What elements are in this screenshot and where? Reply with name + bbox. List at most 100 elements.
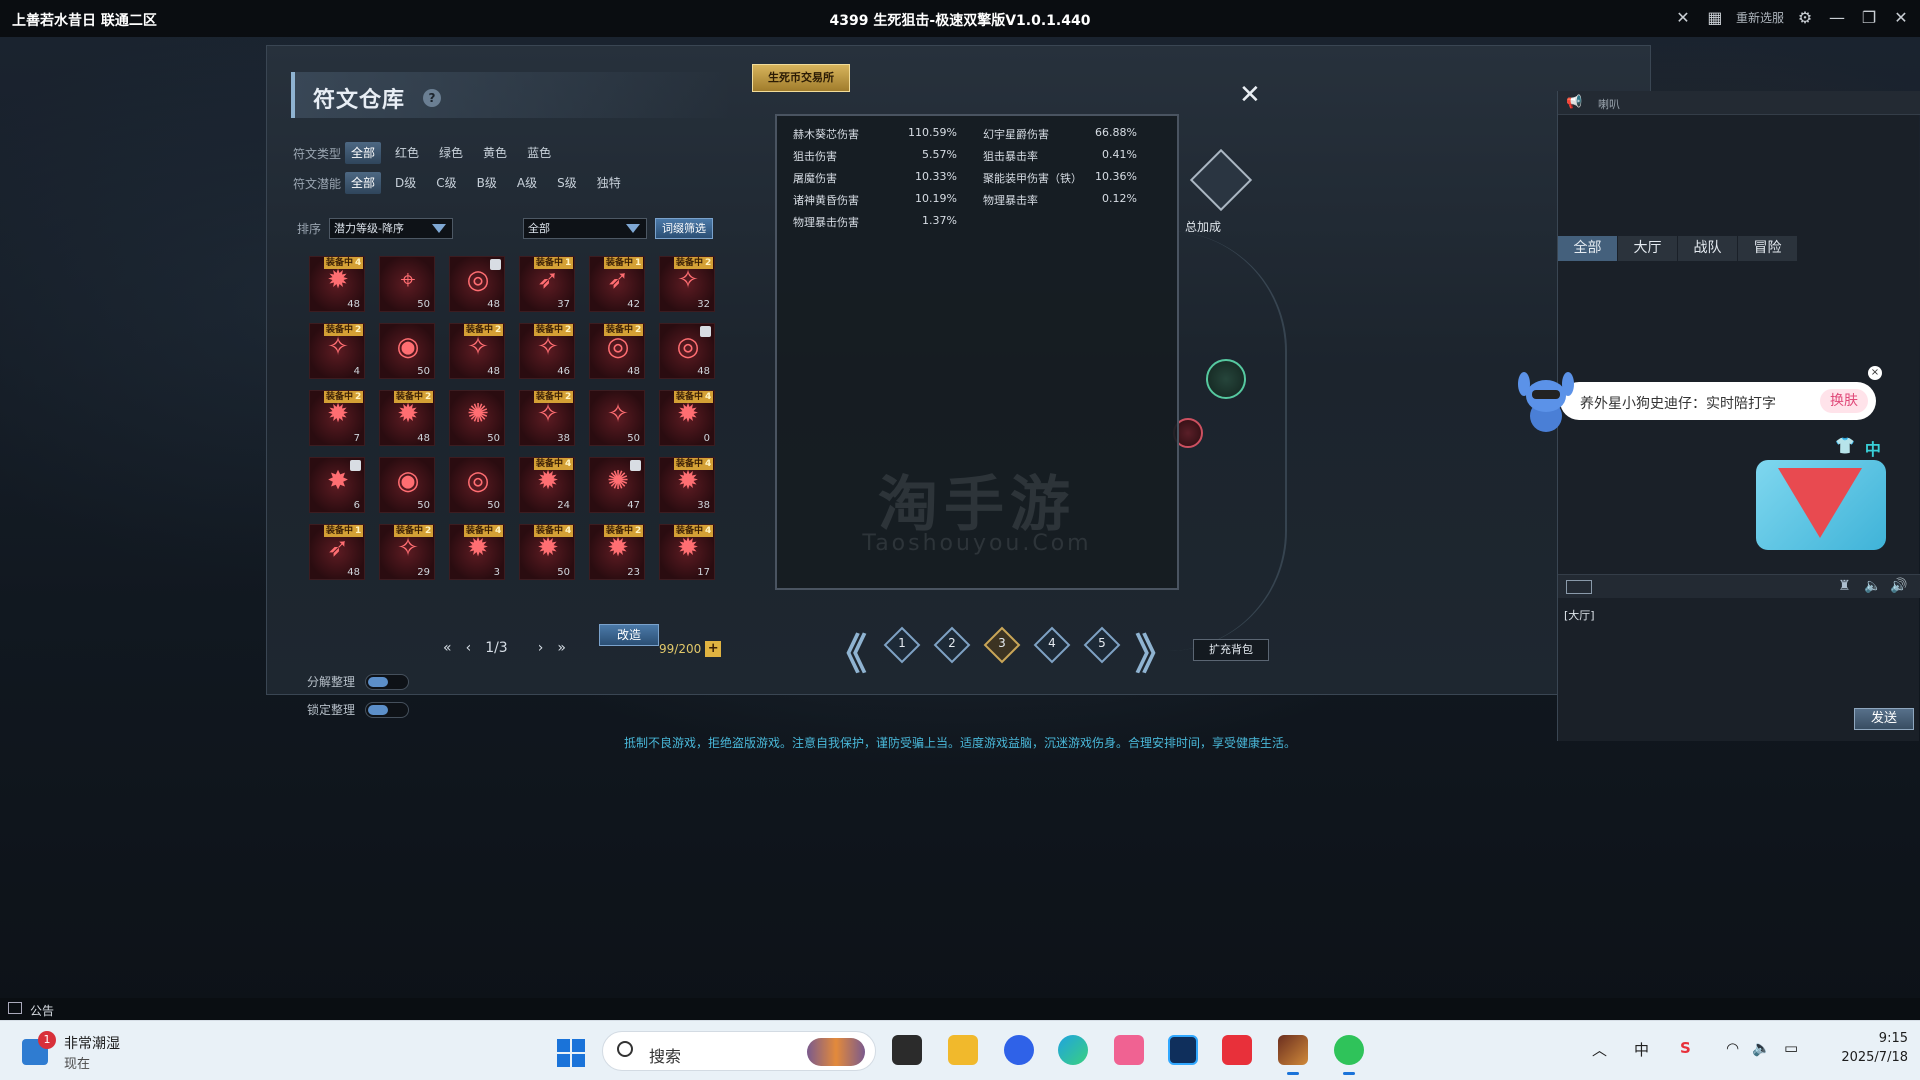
- next-page-button[interactable]: ›: [538, 640, 544, 656]
- rune-slot[interactable]: ✹ 3 装备中 4: [449, 524, 505, 580]
- battery-icon[interactable]: ▭: [1784, 1039, 1798, 1057]
- sort-select[interactable]: 潜力等级-降序: [329, 218, 454, 239]
- rune-slot[interactable]: ✹ 38 装备中 4: [659, 457, 715, 513]
- windows-start-icon[interactable]: [557, 1039, 585, 1067]
- browser-icon[interactable]: [1004, 1035, 1034, 1065]
- speaker-icon[interactable]: 📢: [1566, 95, 1582, 110]
- trade-exchange-button[interactable]: 生死币交易所: [752, 64, 850, 92]
- chat-tab-adventure[interactable]: 冒险: [1738, 236, 1798, 261]
- rune-slot[interactable]: ✹ 24 装备中 4: [519, 457, 575, 513]
- rune-slot[interactable]: ✹ 17 装备中 4: [659, 524, 715, 580]
- rune-slot[interactable]: ✹ 23 装备中 2: [589, 524, 645, 580]
- potential-option-s[interactable]: S级: [551, 172, 583, 194]
- rune-slot[interactable]: ✧ 29 装备中 2: [379, 524, 435, 580]
- rune-slot[interactable]: ✧ 4 装备中 2: [309, 323, 365, 379]
- photoshop-icon[interactable]: [1168, 1035, 1198, 1065]
- rune-slot[interactable]: ✺ 50: [449, 390, 505, 446]
- watermelon-widget[interactable]: [1756, 460, 1886, 550]
- rune-slot[interactable]: ✧ 32 装备中 2: [659, 256, 715, 312]
- potential-option-c[interactable]: C级: [430, 172, 462, 194]
- rune-slot[interactable]: ◎ 48: [659, 323, 715, 379]
- chat-input-channel[interactable]: [大厅]: [1564, 607, 1595, 623]
- rune-slot[interactable]: ✧ 38 装备中 2: [519, 390, 575, 446]
- add-capacity-button[interactable]: +: [705, 641, 722, 657]
- potential-option-unique[interactable]: 独特: [591, 172, 627, 194]
- potential-option-b[interactable]: B级: [471, 172, 503, 194]
- chat-tab-lobby[interactable]: 大厅: [1618, 236, 1678, 261]
- volume-icon[interactable]: 🔈: [1864, 578, 1881, 594]
- rune-slot[interactable]: ✹ 50 装备中 4: [519, 524, 575, 580]
- grid-icon[interactable]: ▦: [1704, 6, 1726, 28]
- rune-slot[interactable]: ✧ 48 装备中 2: [449, 323, 505, 379]
- task-view-icon[interactable]: [892, 1035, 922, 1065]
- potential-option-a[interactable]: A级: [511, 172, 543, 194]
- help-icon[interactable]: ?: [423, 89, 441, 107]
- rune-slot[interactable]: ✧ 50: [589, 390, 645, 446]
- rune-slot[interactable]: ✹ 48 装备中 4: [309, 256, 365, 312]
- mascot-icon[interactable]: [1518, 370, 1574, 434]
- ime-widget-icon[interactable]: 中: [1865, 436, 1881, 460]
- type-option-red[interactable]: 红色: [389, 142, 425, 164]
- rune-slot[interactable]: ◎ 50: [449, 457, 505, 513]
- decompose-sort-toggle[interactable]: [365, 673, 410, 690]
- taskbar-search[interactable]: 搜索: [602, 1031, 876, 1071]
- volume-up-icon[interactable]: 🔊: [1890, 578, 1907, 594]
- tray-app-icon[interactable]: S: [1680, 1039, 1691, 1057]
- prev-page-button[interactable]: ‹: [466, 640, 472, 656]
- rune-slot[interactable]: ➶ 42 装备中 1: [589, 256, 645, 312]
- expand-bag-button[interactable]: 扩充背包: [1193, 639, 1269, 661]
- change-skin-button[interactable]: 换肤: [1820, 389, 1868, 413]
- mute-icon[interactable]: ✕: [1672, 6, 1694, 28]
- send-button[interactable]: 发送: [1854, 708, 1914, 730]
- type-option-yellow[interactable]: 黄色: [477, 142, 513, 164]
- potential-option-all[interactable]: 全部: [345, 172, 382, 194]
- reselect-server-button[interactable]: 重新选服: [1736, 9, 1784, 26]
- close-dialog-button[interactable]: ✕: [1239, 80, 1261, 110]
- rune-slot[interactable]: ➶ 37 装备中 1: [519, 256, 575, 312]
- wps-icon[interactable]: [1222, 1035, 1252, 1065]
- file-explorer-icon[interactable]: [948, 1035, 978, 1065]
- wechat-icon[interactable]: [1334, 1035, 1364, 1075]
- rune-slot[interactable]: ◎ 48 装备中 2: [589, 323, 645, 379]
- rune-slot[interactable]: ✺ 47: [589, 457, 645, 513]
- chat-tab-all[interactable]: 全部: [1558, 236, 1618, 261]
- restore-icon[interactable]: ❐: [1858, 6, 1880, 28]
- potential-option-d[interactable]: D级: [389, 172, 422, 194]
- total-bonus-icon[interactable]: [1189, 148, 1253, 212]
- rune-slot[interactable]: ✹ 0 装备中 4: [659, 390, 715, 446]
- last-page-button[interactable]: »: [557, 640, 566, 656]
- reforge-button[interactable]: 改造: [599, 624, 659, 646]
- rune-slot[interactable]: ◎ 48: [449, 256, 505, 312]
- castle-icon[interactable]: ♜: [1838, 578, 1851, 594]
- rune-slot[interactable]: ⌖ 50: [379, 256, 435, 312]
- lock-sort-toggle[interactable]: [365, 701, 410, 718]
- assistant-bubble[interactable]: 养外星小狗史迪仔：实时陪打字 换肤: [1560, 382, 1876, 420]
- rune-slot[interactable]: ✹ 7 装备中 2: [309, 390, 365, 446]
- edge-icon[interactable]: [1058, 1035, 1088, 1065]
- rune-slot[interactable]: ➶ 48 装备中 1: [309, 524, 365, 580]
- minimize-icon[interactable]: —: [1826, 6, 1848, 28]
- rune-slot[interactable]: ✸ 6: [309, 457, 365, 513]
- rune-slot-node[interactable]: [1206, 359, 1246, 399]
- gear-icon[interactable]: ⚙: [1794, 6, 1816, 28]
- filter-select[interactable]: 全部: [523, 218, 648, 239]
- announcement-icon[interactable]: [8, 1002, 22, 1014]
- type-option-green[interactable]: 绿色: [433, 142, 469, 164]
- close-window-icon[interactable]: ✕: [1890, 6, 1912, 28]
- slot-page-prev-button[interactable]: 《: [825, 621, 867, 682]
- ime-indicator[interactable]: 中: [1634, 1039, 1649, 1060]
- volume-tray-icon[interactable]: 🔈: [1752, 1039, 1771, 1057]
- rune-slot[interactable]: ◉ 50: [379, 457, 435, 513]
- announcement-label[interactable]: 公告: [30, 1002, 54, 1019]
- shirt-icon[interactable]: 👕: [1835, 436, 1855, 460]
- wifi-icon[interactable]: ◠: [1726, 1039, 1739, 1057]
- slot-page-next-button[interactable]: 》: [1135, 621, 1177, 682]
- game-app-icon[interactable]: [1278, 1035, 1308, 1075]
- rune-slot[interactable]: ✧ 46 装备中 2: [519, 323, 575, 379]
- bubble-close-button[interactable]: ×: [1868, 366, 1882, 380]
- rune-slot[interactable]: ◉ 50: [379, 323, 435, 379]
- type-option-blue[interactable]: 蓝色: [521, 142, 557, 164]
- clock[interactable]: 9:15 2025/7/18: [1826, 1031, 1908, 1065]
- affix-filter-button[interactable]: 词缀筛选: [655, 218, 714, 239]
- keyboard-icon[interactable]: [1566, 580, 1592, 594]
